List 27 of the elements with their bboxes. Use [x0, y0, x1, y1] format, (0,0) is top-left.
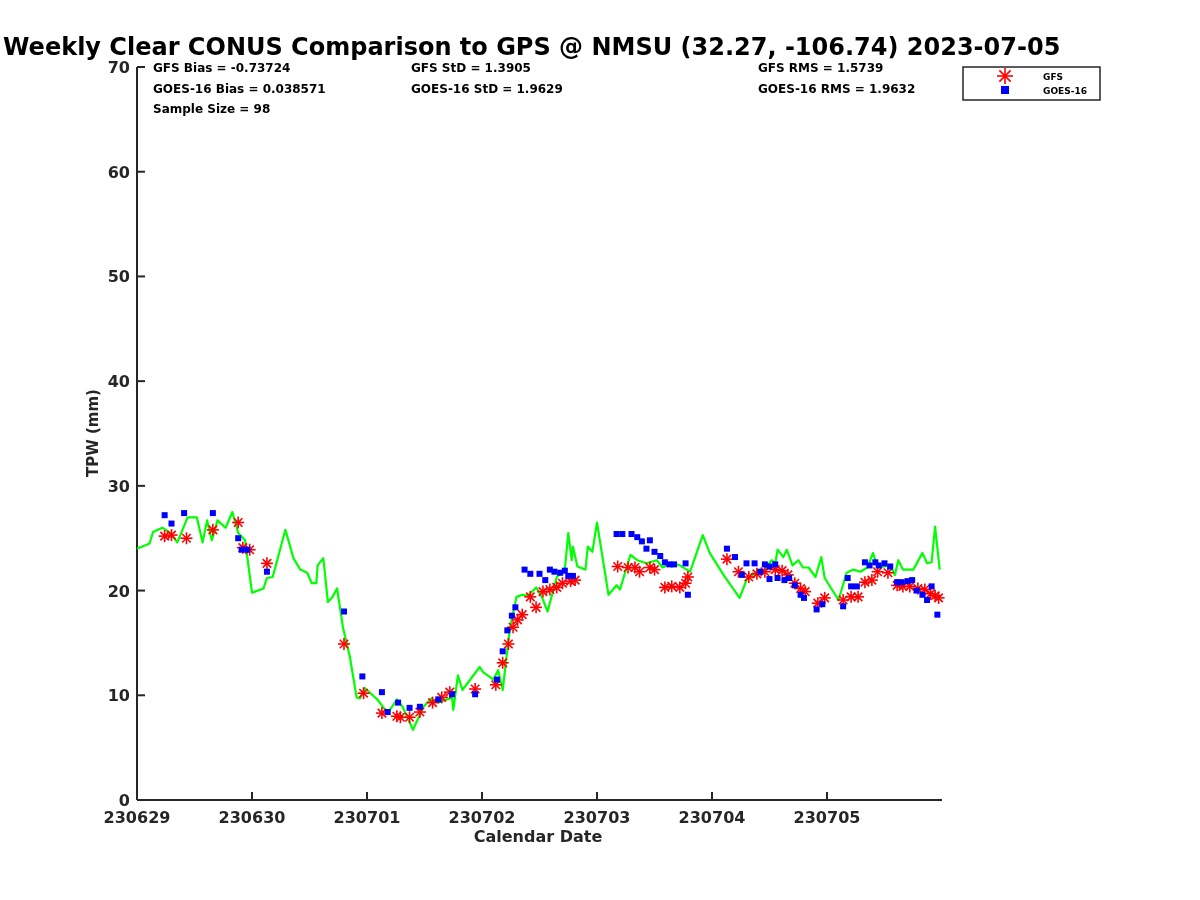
stat-text: GOES-16 StD = 1.9629 [411, 82, 563, 96]
chart-title: Weekly Clear CONUS Comparison to GPS @ NMSU (32.27, -106.74) 2023-07-05 [3, 33, 1061, 61]
stat-text: Sample Size = 98 [153, 102, 271, 116]
y-tick-label: 60 [107, 162, 130, 182]
x-tick-label: 230629 [103, 808, 171, 827]
x-tick-label: 230703 [563, 808, 631, 827]
y-axis-label: TPW (mm) [84, 389, 102, 477]
x-tick-label: 230630 [218, 808, 286, 827]
y-tick-label: 40 [107, 372, 130, 392]
y-tick-label: 70 [107, 58, 130, 77]
x-tick-label: 230705 [793, 808, 861, 827]
y-tick-label: 30 [107, 476, 130, 496]
stat-text: GFS StD = 1.3905 [411, 61, 531, 75]
legend-label: GFS [1043, 72, 1064, 82]
stat-text: GOES-16 RMS = 1.9632 [758, 82, 916, 96]
x-tick-label: 230701 [333, 808, 401, 827]
y-tick-label: 10 [107, 686, 130, 706]
y-tick-label: 50 [107, 267, 130, 287]
y-tick-label: 0 [118, 791, 130, 810]
x-axis-label: Calendar Date [473, 827, 603, 846]
x-tick-label: 230704 [678, 808, 746, 827]
y-tick-label: 20 [107, 581, 130, 601]
stat-text: GFS Bias = -0.73724 [153, 61, 291, 75]
legend-label: GOES-16 [1043, 86, 1087, 96]
x-tick-label: 230702 [448, 808, 516, 827]
stat-text: GFS RMS = 1.5739 [758, 61, 884, 75]
stat-text: GOES-16 Bias = 0.038571 [153, 82, 326, 96]
